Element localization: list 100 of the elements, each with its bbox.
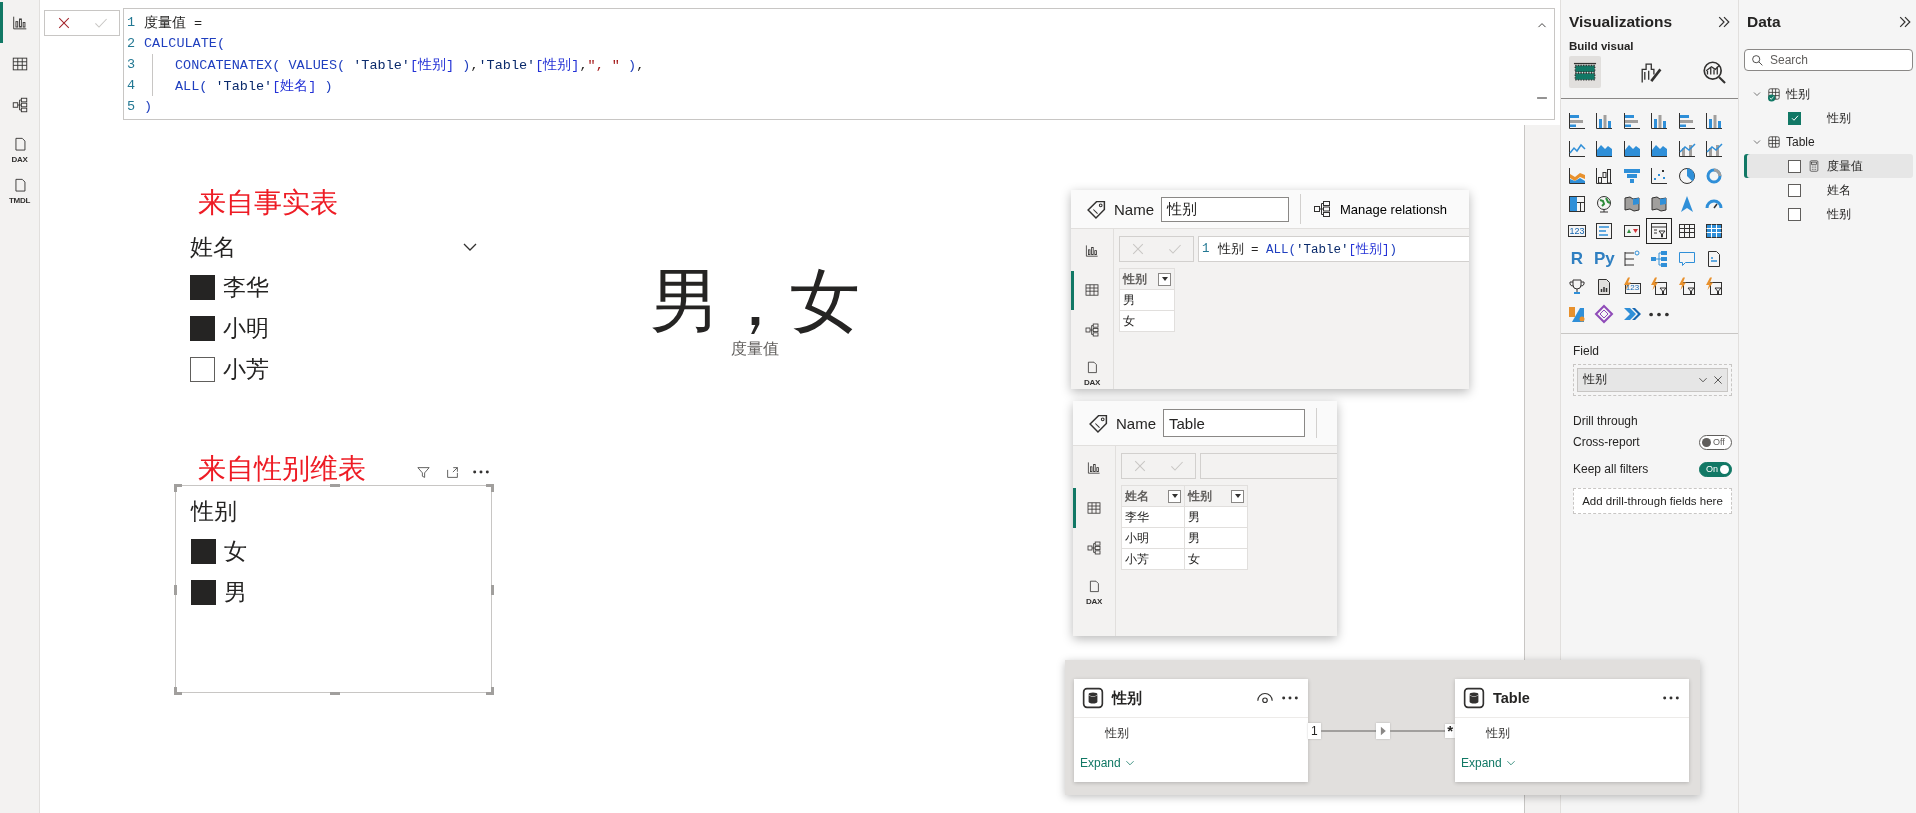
multi-row-card-icon (1594, 221, 1615, 242)
field-item[interactable]: 姓名 (1744, 178, 1913, 202)
visual-type-button[interactable]: Py (1591, 245, 1618, 272)
name-field[interactable]: 性别 (1161, 196, 1289, 222)
diamond-icon (1594, 304, 1615, 325)
toggle-label: Keep all filters (1573, 462, 1649, 477)
lightning-filter-icon (1703, 276, 1724, 297)
resize-handle[interactable] (491, 585, 494, 595)
code-line: 度量值 = (144, 14, 203, 32)
table-name[interactable]: 性别 (1786, 85, 1810, 103)
database-icon (1082, 687, 1104, 709)
map-icon (1649, 193, 1670, 214)
column-filter-button[interactable] (1168, 489, 1181, 503)
dax-query-view-button[interactable]: DAX (1071, 349, 1113, 389)
column-chart-icon (1649, 111, 1670, 131)
field-item[interactable]: 度量值 (1744, 154, 1913, 178)
more-options-button[interactable] (1282, 696, 1298, 700)
area-chart-icon (1594, 138, 1615, 159)
line-number: 3 (126, 57, 137, 72)
section-label: Build visual (1569, 40, 1635, 52)
more-options-button[interactable] (1663, 696, 1679, 700)
checkbox[interactable] (1788, 111, 1801, 125)
name-label: Name (1114, 200, 1154, 218)
expand-button[interactable]: Expand (1461, 755, 1517, 770)
collapse-pane-button[interactable] (1716, 14, 1732, 30)
table-name[interactable]: Table (1786, 135, 1815, 149)
checkbox[interactable] (1788, 159, 1801, 173)
expand-toggle[interactable] (1752, 137, 1762, 147)
checkbox[interactable] (1788, 207, 1801, 221)
formula-field[interactable]: 1 性别 = ALL('Table'[性别]) (1198, 236, 1469, 262)
name-field[interactable]: Table (1163, 409, 1305, 437)
line-number: 5 (126, 99, 137, 114)
calculated-table-icon (1766, 86, 1782, 102)
manage-relationships-button[interactable]: Manage relationsh (1312, 199, 1447, 219)
slicer-item-label[interactable]: 小明 (223, 313, 269, 344)
checkbox[interactable] (190, 357, 215, 382)
expand-button[interactable]: Expand (1080, 755, 1136, 770)
collapse-icon (1716, 14, 1732, 30)
column-header: 姓名 (1125, 487, 1149, 505)
toggle-label: Cross-report (1573, 435, 1640, 450)
table-card[interactable]: Table 性别 Expand (1455, 679, 1689, 782)
checkbox[interactable] (190, 316, 215, 341)
ribbon-chart-icon (1567, 166, 1587, 187)
slicer-item-label[interactable]: 女 (224, 536, 247, 567)
checkbox[interactable] (191, 539, 216, 564)
field-pill[interactable]: 性别 (1577, 367, 1728, 392)
field-name: 性别 (1486, 724, 1510, 742)
visual-type-button[interactable]: 123 (1618, 273, 1645, 300)
model-icon (10, 95, 29, 114)
resize-handle[interactable] (329, 484, 340, 487)
tmdl-view-button[interactable]: TMDL (0, 166, 39, 207)
formula-editor[interactable]: 1 度量值 = 2 CALCULATE( 3 CONCATENATEX( VALUES( 'Table'[性别] ),'Table'[性别],", " ), 4 ALL( 'Table'[姓名] ) 5 ) (123, 8, 1555, 120)
dax-query-view-button[interactable]: DAX (0, 125, 39, 166)
toggle-switch[interactable]: Off (1699, 434, 1732, 450)
lightning-filter-icon (1649, 276, 1670, 297)
column-filter-button[interactable] (1158, 272, 1171, 286)
tag-icon (1086, 198, 1107, 220)
drop-zone[interactable]: Add drill-through fields here (1573, 487, 1732, 514)
slicer-icon (1649, 221, 1670, 242)
dax-query-view-button[interactable]: DAX (1073, 568, 1115, 608)
formula-field[interactable] (1200, 453, 1337, 479)
section-label: Field (1573, 343, 1600, 358)
app-logo-icon (1567, 304, 1587, 325)
column-filter-button[interactable] (1231, 489, 1244, 503)
build-mode-button[interactable] (1569, 56, 1601, 88)
checkbox[interactable] (191, 580, 216, 605)
slicer-frame[interactable]: 性别 女 男 (175, 485, 492, 693)
visual-type-button[interactable]: 123 (1564, 218, 1590, 245)
table-card[interactable]: 性别 性别 Expand (1074, 679, 1308, 782)
map-icon (1621, 193, 1642, 214)
visual-type-button[interactable]: R (1564, 245, 1590, 272)
filter-icon (415, 464, 431, 480)
tag-icon (1088, 412, 1109, 434)
checkbox[interactable] (1788, 183, 1801, 197)
slicer-item-label[interactable]: 李华 (223, 272, 269, 303)
card-label: 度量值 (731, 339, 779, 359)
decomposition-tree-icon (1649, 248, 1670, 269)
treemap-icon (1567, 193, 1587, 214)
cardinality-label: * (1445, 724, 1455, 738)
table-icon (1766, 134, 1782, 150)
checkbox[interactable] (190, 275, 215, 300)
slicer-item-label[interactable]: 小芳 (223, 354, 269, 385)
table-cell: 男 (1184, 506, 1248, 528)
line-number: 1 (1202, 242, 1210, 256)
cardinality-label: 1 (1308, 723, 1321, 739)
relationship-line (1389, 730, 1446, 732)
field-item[interactable]: 性别 (1744, 202, 1913, 226)
expand-toggle[interactable] (1752, 89, 1762, 99)
combo-chart-icon (1676, 138, 1697, 159)
search-field[interactable]: Search (1744, 49, 1913, 71)
slicer-item-label[interactable]: 男 (224, 577, 247, 608)
visual-type-button[interactable] (1646, 218, 1673, 245)
resize-handle[interactable] (329, 692, 340, 695)
toggle-switch[interactable]: On (1699, 461, 1732, 477)
collapse-pane-button[interactable] (1897, 14, 1913, 30)
table-icon (1086, 500, 1102, 516)
bar-chart-icon (1086, 460, 1102, 476)
annotation-text: 来自事实表 (198, 187, 338, 219)
resize-handle[interactable] (174, 585, 177, 595)
field-item[interactable]: 性别 (1744, 106, 1913, 130)
